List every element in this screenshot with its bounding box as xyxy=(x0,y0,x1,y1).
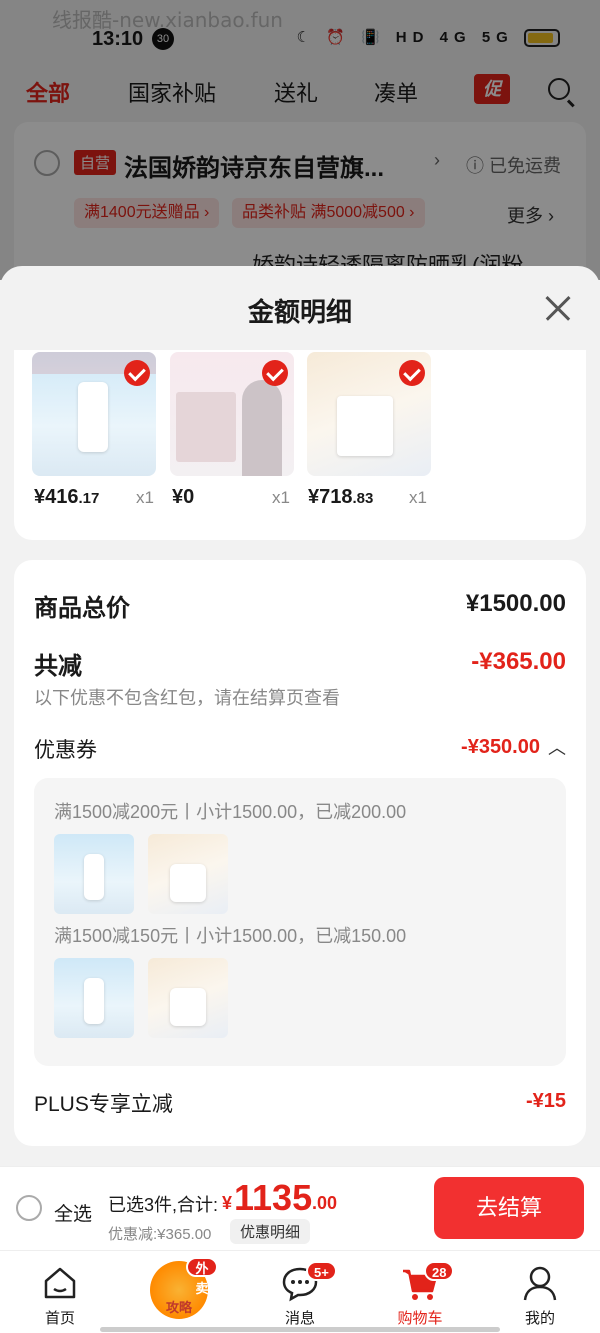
takeout-badge: 外卖 xyxy=(186,1257,218,1296)
cart-count-badge: 28 xyxy=(424,1261,455,1281)
plus-label: PLUS专享立减 xyxy=(34,1093,173,1116)
product-qty: x1 xyxy=(136,488,154,507)
tab-label: 攻略 xyxy=(165,1300,192,1315)
tab-cart[interactable]: 购物车 28 xyxy=(380,1257,460,1328)
product-image xyxy=(307,352,431,476)
coupon-line: 满1500减200元丨小计1500.00，已减200.00 xyxy=(54,802,407,822)
product-qty: x1 xyxy=(272,488,290,507)
total-decimals: .00 xyxy=(312,1193,338,1213)
coupon-line: 满1500减150元丨小计1500.00，已减150.00 xyxy=(54,926,407,946)
product-qty: x1 xyxy=(409,488,427,507)
coupon-product-thumb xyxy=(54,958,134,1038)
tab-label: 购物车 xyxy=(397,1310,443,1327)
product-strip: ¥416.17 x1 ¥0 x1 ¥718.83 x1 xyxy=(14,350,586,540)
total-label: 商品总价 xyxy=(34,595,130,622)
tab-messages[interactable]: 消息 5+ xyxy=(260,1257,340,1328)
select-all-radio[interactable] xyxy=(16,1195,42,1221)
checked-icon xyxy=(124,360,150,386)
total-currency: ¥ xyxy=(222,1193,233,1213)
chevron-up-icon[interactable]: ︿ xyxy=(548,734,566,760)
discount-note: 以下优惠不包含红包，请在结算页查看 xyxy=(34,688,340,708)
home-indicator xyxy=(100,1327,500,1332)
tab-guide[interactable]: 攻略 外卖 xyxy=(138,1257,218,1319)
overlay-dim[interactable] xyxy=(0,0,600,280)
product-item[interactable] xyxy=(307,352,431,476)
home-icon xyxy=(20,1257,100,1307)
discount-value: -¥365.00 xyxy=(471,648,566,675)
checkout-button[interactable]: 去结算 xyxy=(434,1177,584,1239)
tab-label: 首页 xyxy=(44,1310,75,1327)
tab-label: 我的 xyxy=(524,1310,555,1327)
total-value: ¥1500.00 xyxy=(465,590,566,617)
select-all-label[interactable]: 全选 xyxy=(54,1199,92,1226)
product-image xyxy=(32,352,156,476)
discount-label: 共减 xyxy=(34,653,82,680)
checkout-bar: 全选 已选3件,合计: ¥ 1135 .00 优惠减:¥365.00 优惠明细 … xyxy=(0,1166,600,1250)
product-item[interactable] xyxy=(32,352,156,476)
close-icon[interactable] xyxy=(540,290,576,326)
tab-profile[interactable]: 我的 xyxy=(500,1257,580,1328)
selection-summary: 已选3件,合计: xyxy=(108,1195,219,1215)
product-image xyxy=(170,352,294,476)
profile-icon xyxy=(500,1257,580,1307)
product-price: ¥416.17 xyxy=(34,486,100,508)
product-price: ¥718.83 xyxy=(308,486,374,508)
checked-icon xyxy=(262,360,288,386)
coupon-product-thumb xyxy=(148,958,228,1038)
coupon-label: 优惠券 xyxy=(34,739,97,762)
price-breakdown: 商品总价 ¥1500.00 共减 -¥365.00 以下优惠不包含红包，请在结算… xyxy=(14,560,586,1146)
message-count-badge: 5+ xyxy=(306,1261,337,1281)
amount-detail-sheet: 金额明细 ¥416.17 x1 ¥0 x1 ¥718.83 x1 商品总价 ¥1… xyxy=(0,266,600,1166)
saved-amount: 优惠减:¥365.00 xyxy=(108,1226,212,1243)
total-amount: 1135 xyxy=(234,1177,313,1218)
sheet-title: 金额明细 xyxy=(247,297,352,327)
coupon-breakdown: 满1500减200元丨小计1500.00，已减200.00 满1500减150元… xyxy=(34,778,566,1066)
bottom-tab-bar: 首页 攻略 外卖 消息 5+ 购物车 28 我的 xyxy=(0,1250,600,1333)
discount-detail-button[interactable]: 优惠明细 xyxy=(230,1219,311,1244)
plus-value: -¥15 xyxy=(525,1090,566,1112)
coupon-product-thumb xyxy=(54,834,134,914)
coupon-product-thumb xyxy=(148,834,228,914)
product-price: ¥0 xyxy=(172,486,195,508)
checked-icon xyxy=(399,360,425,386)
tab-label: 消息 xyxy=(284,1310,315,1327)
coupon-value[interactable]: -¥350.00 xyxy=(461,736,540,759)
tab-home[interactable]: 首页 xyxy=(20,1257,100,1328)
product-item[interactable] xyxy=(170,352,294,476)
